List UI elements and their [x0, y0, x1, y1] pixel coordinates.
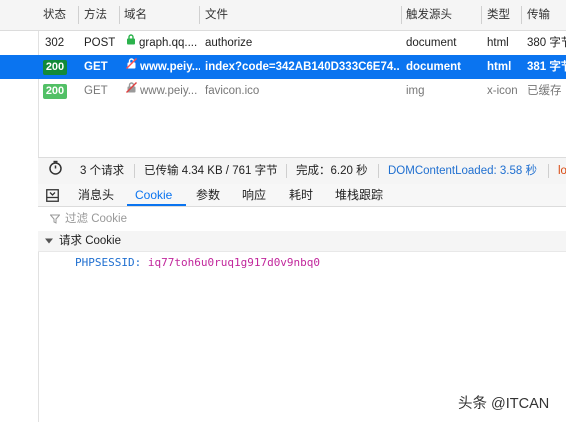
column-header-cause[interactable]: 触发源头	[406, 0, 452, 30]
status-code: 200	[43, 60, 67, 75]
column-header-transferred[interactable]: 传输	[527, 0, 550, 30]
request-row[interactable]: 302 POST graph.qq.... authorize document…	[0, 31, 566, 55]
request-count: 3 个请求	[80, 165, 125, 177]
column-header-domain[interactable]: 域名	[124, 0, 147, 30]
column-header-status[interactable]: 状态	[43, 0, 66, 30]
cookie-value: iq77toh6u0ruq1g917d0v9nbq0	[147, 256, 321, 269]
active-tab-indicator	[127, 204, 186, 206]
type: x-icon	[487, 85, 518, 97]
file: favicon.ico	[205, 85, 260, 97]
request-row[interactable]: 200 GET www.peiy... favicon.ico img x-ic…	[0, 79, 566, 103]
type: html	[487, 61, 512, 73]
load-time: lo	[558, 165, 566, 177]
watermark: 头条 @ITCAN	[458, 396, 550, 412]
insecure-lock-icon	[126, 55, 137, 78]
type: html	[487, 37, 509, 49]
method: POST	[84, 37, 116, 49]
tab-cookie[interactable]: Cookie	[135, 184, 172, 206]
transferred: 380 字节	[527, 37, 566, 49]
column-header-method[interactable]: 方法	[84, 0, 107, 30]
tab-timings[interactable]: 耗时	[289, 184, 313, 206]
cause: document	[406, 37, 457, 49]
tab-stack-trace[interactable]: 堆栈跟踪	[335, 184, 383, 206]
method: GET	[84, 61, 108, 73]
column-header-file[interactable]: 文件	[205, 0, 228, 30]
request-row-selected[interactable]: 200 GET www.peiy... index?code=342AB140D…	[0, 55, 566, 79]
network-summary-bar: 3 个请求 已传输 4.34 KB / 761 字节 完成：6.20 秒 DOM…	[38, 157, 566, 185]
insecure-lock-icon	[126, 79, 137, 102]
status-code: 302	[45, 37, 65, 49]
domain: www.peiy...	[140, 61, 200, 73]
details-tabbar: 消息头 Cookie 参数 响应 耗时 堆栈跟踪	[38, 184, 566, 207]
method: GET	[84, 85, 108, 97]
dom-content-loaded: DOMContentLoaded: 3.58 秒	[388, 165, 537, 177]
file: index?code=342AB140D333C6E74...	[205, 61, 400, 73]
column-header-type[interactable]: 类型	[487, 0, 510, 30]
filter-placeholder: 过滤 Cookie	[65, 213, 127, 225]
transferred-summary: 已传输 4.34 KB / 761 字节	[144, 165, 278, 177]
transferred: 381 字节	[527, 61, 566, 73]
tab-response[interactable]: 响应	[242, 184, 266, 206]
cause: document	[406, 61, 461, 73]
cause: img	[406, 85, 425, 97]
cookie-separator: :	[134, 256, 148, 269]
request-cookie-section[interactable]: 请求 Cookie	[38, 231, 566, 252]
section-title: 请求 Cookie	[59, 235, 121, 247]
filter-icon	[49, 207, 61, 231]
tab-params[interactable]: 参数	[196, 184, 220, 206]
cookie-name: PHPSESSID	[75, 256, 135, 269]
transferred: 已缓存	[527, 85, 562, 97]
request-table-header: 状态 方法 域名 文件 触发源头 类型 传输	[0, 0, 566, 31]
finish-time: 完成：6.20 秒	[296, 165, 368, 177]
status-code: 200	[43, 84, 67, 99]
domain: graph.qq....	[139, 37, 198, 49]
cookie-entry[interactable]: PHPSESSID: iq77toh6u0ruq1g917d0v9nbq0	[75, 256, 320, 269]
tab-headers[interactable]: 消息头	[78, 184, 114, 206]
domain: www.peiy...	[140, 85, 198, 97]
stopwatch-icon[interactable]	[48, 159, 63, 185]
lock-icon	[126, 31, 136, 54]
cookie-filter-field[interactable]: 过滤 Cookie	[38, 207, 566, 232]
file: authorize	[205, 37, 253, 49]
collapse-triangle-icon[interactable]	[45, 231, 53, 251]
toggle-panel-icon[interactable]	[46, 187, 59, 209]
